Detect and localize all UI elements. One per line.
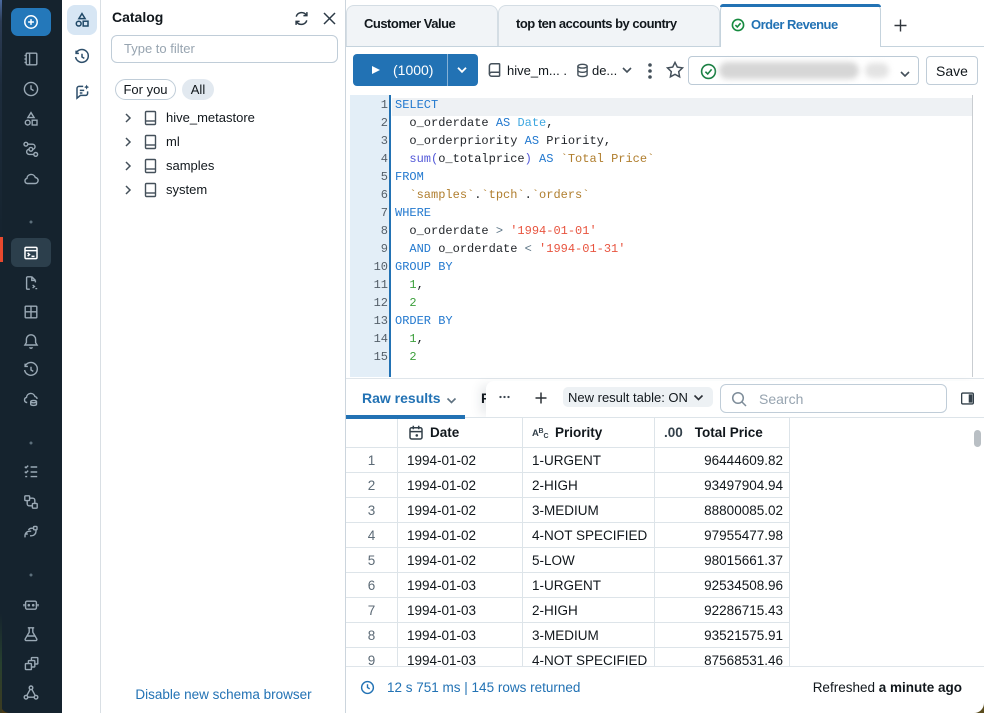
svg-text:C: C [544,433,549,440]
